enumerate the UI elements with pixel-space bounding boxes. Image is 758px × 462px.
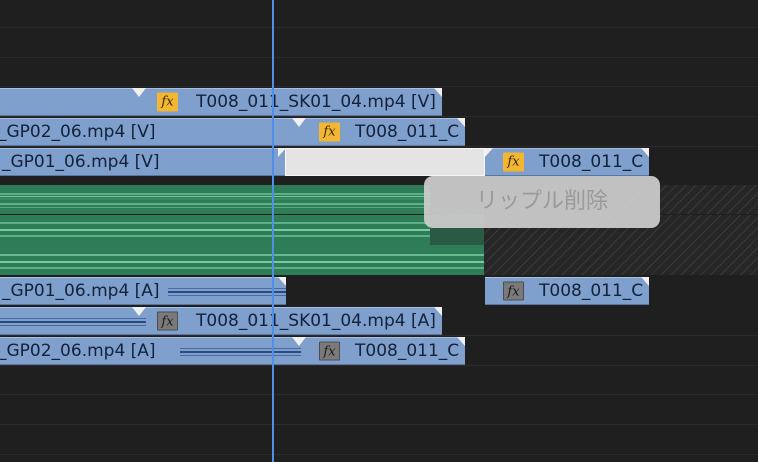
- fx-icon[interactable]: fx: [503, 281, 524, 301]
- clip-end-marker-icon: [457, 118, 465, 127]
- transition-marker-icon: [132, 88, 146, 97]
- clip-v3-unnamed[interactable]: [0, 88, 146, 116]
- audio-waveform-a3[interactable]: [0, 245, 484, 275]
- track-divider: [0, 27, 758, 28]
- track-divider: [0, 116, 758, 117]
- clip-label: _GP01_06.mp4 [V]: [2, 152, 160, 172]
- waveform-graphic: [0, 222, 430, 237]
- fx-icon[interactable]: fx: [157, 311, 178, 331]
- clip-label: T008_011_C: [355, 341, 460, 361]
- waveform-graphic: [0, 193, 430, 208]
- clip-v2-t008-011-c[interactable]: fx T008_011_C: [301, 118, 465, 146]
- track-divider: [0, 86, 758, 87]
- waveform-graphic: [168, 288, 286, 296]
- transition-marker-icon: [292, 118, 306, 127]
- track-divider: [0, 146, 758, 147]
- waveform-graphic: [0, 254, 484, 269]
- playhead-line[interactable]: [272, 0, 274, 462]
- clip-a6-gp02-06[interactable]: _GP02_06.mp4 [A]: [0, 337, 301, 365]
- audio-waveform-a1[interactable]: [0, 185, 430, 214]
- clip-end-marker-icon: [434, 88, 442, 97]
- clip-a5-sk01-04[interactable]: fx T008_011_SK01_04.mp4 [A]: [146, 307, 442, 335]
- clip-label: T008_011_C: [539, 152, 644, 172]
- waveform-graphic: [180, 348, 301, 356]
- transition-marker-icon: [292, 337, 306, 346]
- clip-end-marker-icon: [641, 277, 649, 286]
- fx-icon[interactable]: fx: [319, 122, 340, 142]
- audio-hatch-a3: [484, 245, 758, 275]
- clip-end-marker-icon: [278, 277, 286, 286]
- clip-v1-t008-011-c[interactable]: fx T008_011_C: [485, 148, 649, 176]
- clip-end-marker-icon: [434, 307, 442, 316]
- clip-label: _GP02_06.mp4 [A]: [0, 341, 156, 361]
- clip-v1-gp01-06[interactable]: _GP01_06.mp4 [V]: [0, 148, 285, 176]
- ripple-delete-tooltip[interactable]: リップル削除: [424, 176, 660, 228]
- clip-label: _GP02_06.mp4 [V]: [0, 122, 156, 142]
- fx-icon[interactable]: fx: [319, 341, 340, 361]
- clip-label: _GP01_06.mp4 [A]: [2, 281, 160, 301]
- clip-v2-gp02-06[interactable]: _GP02_06.mp4 [V]: [0, 118, 301, 146]
- clip-a4-gp01-06[interactable]: _GP01_06.mp4 [A]: [0, 277, 286, 305]
- audio-waveform-a2[interactable]: [0, 215, 430, 245]
- waveform-graphic: [0, 318, 146, 326]
- clip-v3-sk01-04[interactable]: fx T008_011_SK01_04.mp4 [V]: [146, 88, 442, 116]
- clip-end-marker-icon: [641, 148, 649, 157]
- track-divider: [0, 424, 758, 425]
- clip-label: T008_011_SK01_04.mp4 [V]: [196, 92, 436, 112]
- clip-label: T008_011_C: [355, 122, 460, 142]
- clip-label: T008_011_C: [539, 281, 644, 301]
- clip-label: T008_011_SK01_04.mp4 [A]: [196, 311, 436, 331]
- clip-start-marker-icon: [485, 148, 493, 157]
- track-divider: [0, 57, 758, 58]
- track-divider: [0, 454, 758, 455]
- track-divider: [0, 335, 758, 336]
- fx-icon[interactable]: fx: [503, 152, 524, 172]
- clip-a5-unnamed[interactable]: [0, 307, 146, 335]
- fx-icon[interactable]: fx: [157, 92, 178, 112]
- clip-end-marker-icon: [457, 337, 465, 346]
- clip-a6-t008-011-c[interactable]: fx T008_011_C: [301, 337, 465, 365]
- transition-marker-icon: [132, 307, 146, 316]
- ripple-gap-selection[interactable]: [285, 148, 485, 176]
- clip-a4-t008-011-c[interactable]: fx T008_011_C: [485, 277, 649, 305]
- track-divider: [0, 365, 758, 366]
- clip-start-marker-icon: [278, 148, 286, 157]
- track-divider: [0, 394, 758, 395]
